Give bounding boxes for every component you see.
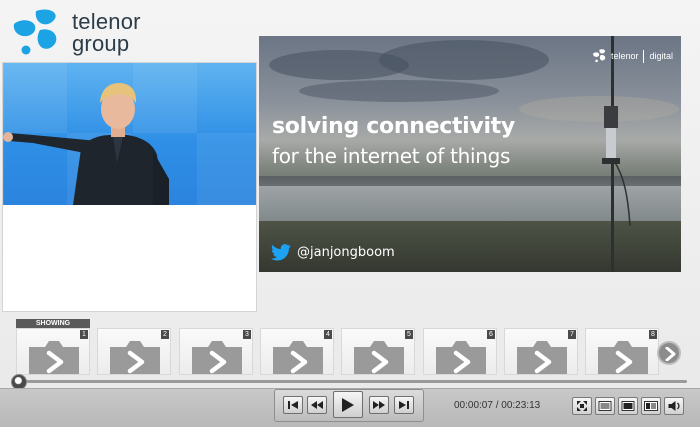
speaker-video-panel [2, 62, 257, 312]
time-display: 00:00:07 / 00:23:13 [454, 400, 540, 411]
layout-both-button[interactable] [641, 397, 661, 415]
slide-brand-separator [643, 49, 645, 63]
presentation-slide: telenor digital solving connectivity for… [259, 36, 681, 272]
slide-thumbnail[interactable]: 7 [504, 328, 578, 375]
layout-video-button[interactable] [618, 397, 638, 415]
play-button[interactable] [333, 391, 363, 418]
play-icon [342, 397, 354, 412]
antenna-tower [602, 36, 631, 272]
skip-to-start-icon [288, 401, 298, 409]
showing-badge: SHOWING [16, 319, 90, 328]
slide-thumbnail[interactable]: 5 [341, 328, 415, 375]
play-placeholder-icon [354, 341, 404, 374]
slide-title-line-2: for the internet of things [272, 144, 511, 168]
rewind-button[interactable] [307, 396, 327, 414]
skip-to-start-button[interactable] [283, 396, 303, 414]
skip-to-end-icon [399, 401, 409, 409]
rewind-icon [311, 401, 323, 409]
timeline-track[interactable] [16, 380, 687, 383]
speaker-video[interactable] [3, 63, 256, 205]
logo-wordmark: telenor group [72, 11, 141, 55]
volume-button[interactable] [664, 397, 684, 415]
layout-slides-button[interactable] [595, 397, 615, 415]
slide-thumbnail[interactable]: 3 [179, 328, 253, 375]
slide-thumbnail-strip: 12345678 [16, 328, 659, 375]
layout-both-icon [644, 401, 658, 411]
telenor-small-logo-icon [593, 49, 606, 63]
fullscreen-icon [577, 401, 587, 411]
slide-thumbnail[interactable]: 1 [16, 328, 90, 375]
play-placeholder-icon [29, 341, 79, 374]
twitter-handle-text: @janjongboom [297, 245, 395, 260]
twitter-bird-icon [271, 244, 291, 261]
slide-brand: telenor digital [592, 46, 673, 66]
telenor-group-logo: telenor group [10, 8, 160, 60]
layout-video-icon [621, 401, 635, 411]
telenor-propeller-logo-icon [13, 9, 57, 55]
slide-title-line-1: solving connectivity [272, 114, 515, 139]
play-placeholder-icon [436, 341, 486, 374]
play-placeholder-icon [192, 341, 242, 374]
slide-thumbnail[interactable]: 2 [97, 328, 171, 375]
slide-twitter-handle: @janjongboom [271, 244, 395, 261]
fast-forward-button[interactable] [369, 396, 389, 414]
slide-thumbnail[interactable]: 4 [260, 328, 334, 375]
thumbnails-next-button[interactable] [657, 341, 681, 365]
slide-brand-suffix: digital [649, 51, 673, 61]
play-placeholder-icon [273, 341, 323, 374]
slide-thumbnail[interactable]: 6 [423, 328, 497, 375]
speaker-figure [3, 83, 169, 205]
volume-icon [668, 401, 680, 411]
fast-forward-icon [373, 401, 385, 409]
logo-line-2: group [72, 31, 130, 56]
play-placeholder-icon [598, 341, 648, 374]
slide-thumbnail[interactable]: 8 [585, 328, 659, 375]
slide-brand-name: telenor [610, 51, 639, 61]
fullscreen-button[interactable] [572, 397, 592, 415]
layout-slides-icon [598, 401, 612, 411]
skip-to-end-button[interactable] [394, 396, 414, 414]
current-time: 00:00:07 [454, 400, 493, 411]
play-placeholder-icon [110, 341, 160, 374]
chevron-right-icon [665, 347, 676, 361]
total-time: 00:23:13 [501, 400, 541, 411]
play-placeholder-icon [517, 341, 567, 374]
logo-line-1: telenor [72, 9, 141, 34]
